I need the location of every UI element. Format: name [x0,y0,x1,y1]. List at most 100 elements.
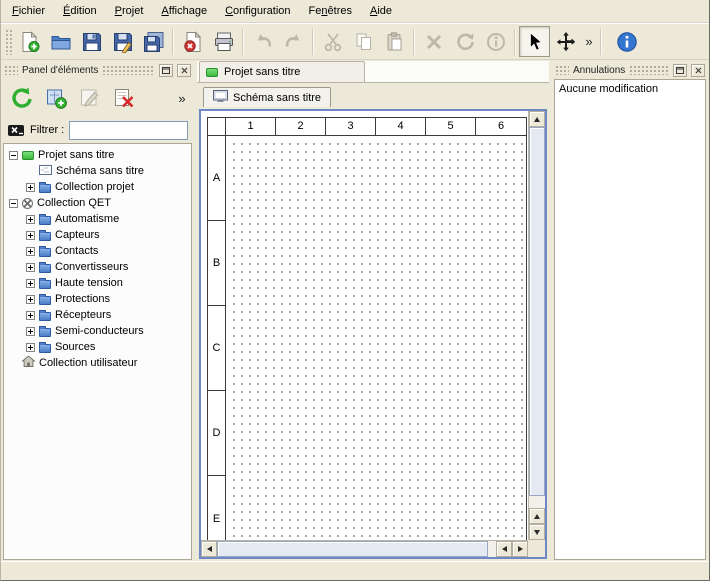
tree-item-projet-sans-titre[interactable]: Projet sans titre [4,147,191,163]
undo-panel-header[interactable]: Annulations [552,61,708,79]
float-button[interactable] [159,64,173,77]
undo-button[interactable] [247,26,278,57]
arrow-up-icon [534,514,540,519]
float-button[interactable] [673,64,687,77]
tree-item-semi-conducteurs[interactable]: Semi-conducteurs [4,323,191,339]
scroll-up-button-2[interactable] [529,508,545,524]
expand-expander-icon[interactable] [26,263,35,272]
menu-aide[interactable]: Aide [361,1,401,21]
menu-edition[interactable]: Édition [54,1,106,21]
tree-item-contacts[interactable]: Contacts [4,243,191,259]
menu-projet[interactable]: Projet [106,1,153,21]
select-mode-button[interactable] [519,26,550,57]
rotate-button[interactable] [449,26,480,57]
filter-label: Filtrer : [30,124,64,136]
expand-expander-icon[interactable] [26,343,35,352]
expand-expander-icon[interactable] [26,295,35,304]
project-tab-bar: Projet sans titre [197,61,549,83]
expand-expander-icon[interactable] [26,279,35,288]
collapse-expander-icon[interactable] [9,151,18,160]
vertical-scroll-thumb[interactable] [529,127,545,496]
tree-item-recepteurs[interactable]: Récepteurs [4,307,191,323]
expand-expander-icon[interactable] [26,311,35,320]
delete-button[interactable] [418,26,449,57]
expand-expander-icon[interactable] [26,231,35,240]
delete-element-icon [112,86,136,110]
redo-button[interactable] [278,26,309,57]
close-button[interactable] [691,64,705,77]
menu-affichage[interactable]: Affichage [152,1,216,21]
dock-grip[interactable] [4,65,18,75]
element-info-button[interactable] [480,26,511,57]
cut-button[interactable] [317,26,348,57]
diagram-grid-canvas[interactable] [227,137,526,540]
horizontal-scrollbar[interactable] [201,540,528,557]
scroll-right-button[interactable] [512,541,528,557]
tree-item-haute-tension[interactable]: Haute tension [4,275,191,291]
qelectrotech-window: Fichier Édition Projet Affichage Configu… [0,0,710,581]
horizontal-scroll-thumb[interactable] [217,541,488,557]
column-header: 3 [326,118,376,135]
arrow-up-icon [534,117,540,122]
scroll-left-button[interactable] [201,541,217,557]
tree-item-sources[interactable]: Sources [4,339,191,355]
tab-schema-sans-titre[interactable]: Schéma sans titre [203,87,331,107]
undo-history-list[interactable]: Aucune modification [554,79,706,560]
menu-fichier[interactable]: Fichier [3,1,54,21]
copy-button[interactable] [348,26,379,57]
tree-item-capteurs[interactable]: Capteurs [4,227,191,243]
scroll-down-button[interactable] [529,524,545,540]
tree-item-collection-utilisateur[interactable]: Collection utilisateur [4,355,191,371]
clear-filter-icon[interactable] [7,123,25,138]
tree-item-collection-projet[interactable]: Collection projet [4,179,191,195]
collapse-expander-icon[interactable] [9,199,18,208]
dock-grip[interactable] [555,65,569,75]
elements-panel-header[interactable]: Panel d'éléments [1,61,194,79]
toolbar-grip[interactable] [5,29,12,55]
menu-fenetres[interactable]: Fenêtres [300,1,361,21]
tree-item-collection-qet[interactable]: Collection QET [4,195,191,211]
collections-tree[interactable]: Projet sans titre Schéma sans titre Coll… [3,143,192,560]
about-button[interactable] [611,26,642,57]
filter-input[interactable] [69,121,188,140]
print-button[interactable] [208,26,239,57]
open-project-button[interactable] [45,26,76,57]
delete-element-button[interactable] [107,81,141,115]
close-button[interactable] [177,64,191,77]
diagram-viewport[interactable]: 1 2 3 4 5 6 A B C D E [201,111,528,540]
new-document-button[interactable] [14,26,45,57]
scroll-left-button-2[interactable] [496,541,512,557]
toolbar-overflow-button[interactable]: » [581,29,597,55]
paste-button[interactable] [379,26,410,57]
save-button[interactable] [76,26,107,57]
dock-grip[interactable] [629,65,669,75]
save-as-icon [112,31,134,53]
expand-expander-icon[interactable] [26,247,35,256]
menu-configuration[interactable]: Configuration [216,1,299,21]
tree-item-schema-sans-titre[interactable]: Schéma sans titre [4,163,191,179]
reload-collections-button[interactable] [5,81,39,115]
scroll-up-button[interactable] [529,111,545,127]
elements-toolbar-overflow-button[interactable]: » [174,85,190,111]
vertical-scrollbar[interactable] [528,111,545,540]
folder-icon [39,248,51,257]
copy-icon [353,31,375,53]
tab-projet-sans-titre[interactable]: Projet sans titre [199,61,365,82]
save-as-button[interactable] [107,26,138,57]
elements-panel-title: Panel d'éléments [22,65,98,76]
tree-item-convertisseurs[interactable]: Convertisseurs [4,259,191,275]
edit-element-button[interactable] [73,81,107,115]
tree-item-protections[interactable]: Protections [4,291,191,307]
expand-expander-icon[interactable] [26,215,35,224]
new-element-button[interactable] [39,81,73,115]
expand-expander-icon[interactable] [26,183,35,192]
dock-grip[interactable] [102,65,155,75]
expand-expander-icon[interactable] [26,327,35,336]
save-all-button[interactable] [138,26,169,57]
tree-item-automatisme[interactable]: Automatisme [4,211,191,227]
pan-mode-button[interactable] [550,26,581,57]
close-file-button[interactable] [177,26,208,57]
toolbar-separator [242,29,244,55]
folder-icon [39,328,51,337]
edit-element-icon [78,86,102,110]
